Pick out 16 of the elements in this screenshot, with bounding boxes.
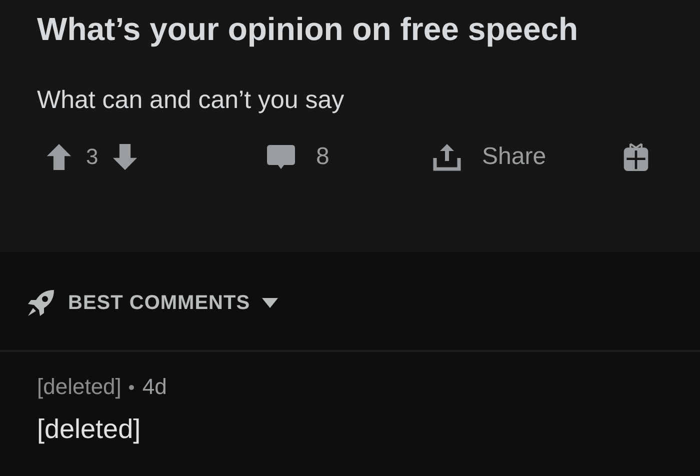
share-button[interactable]: Share [432,142,622,172]
sort-dropdown[interactable]: BEST COMMENTS [26,288,278,318]
post-body: What can and can’t you say [37,85,346,116]
comment-age: 4d [142,374,167,400]
comments-button[interactable]: 8 [266,142,432,172]
downvote-icon[interactable] [112,143,138,171]
comment-body: [deleted] [37,414,142,445]
share-icon [432,142,462,172]
separator-dot [129,384,134,390]
vote-count: 3 [86,144,98,170]
rocket-icon [26,288,56,318]
comment-author[interactable]: [deleted] [37,374,122,400]
gift-icon[interactable] [622,141,650,173]
upvote-icon[interactable] [46,143,72,171]
caret-icon [262,298,278,308]
post-title: What’s your opinion on free speech [37,10,580,49]
